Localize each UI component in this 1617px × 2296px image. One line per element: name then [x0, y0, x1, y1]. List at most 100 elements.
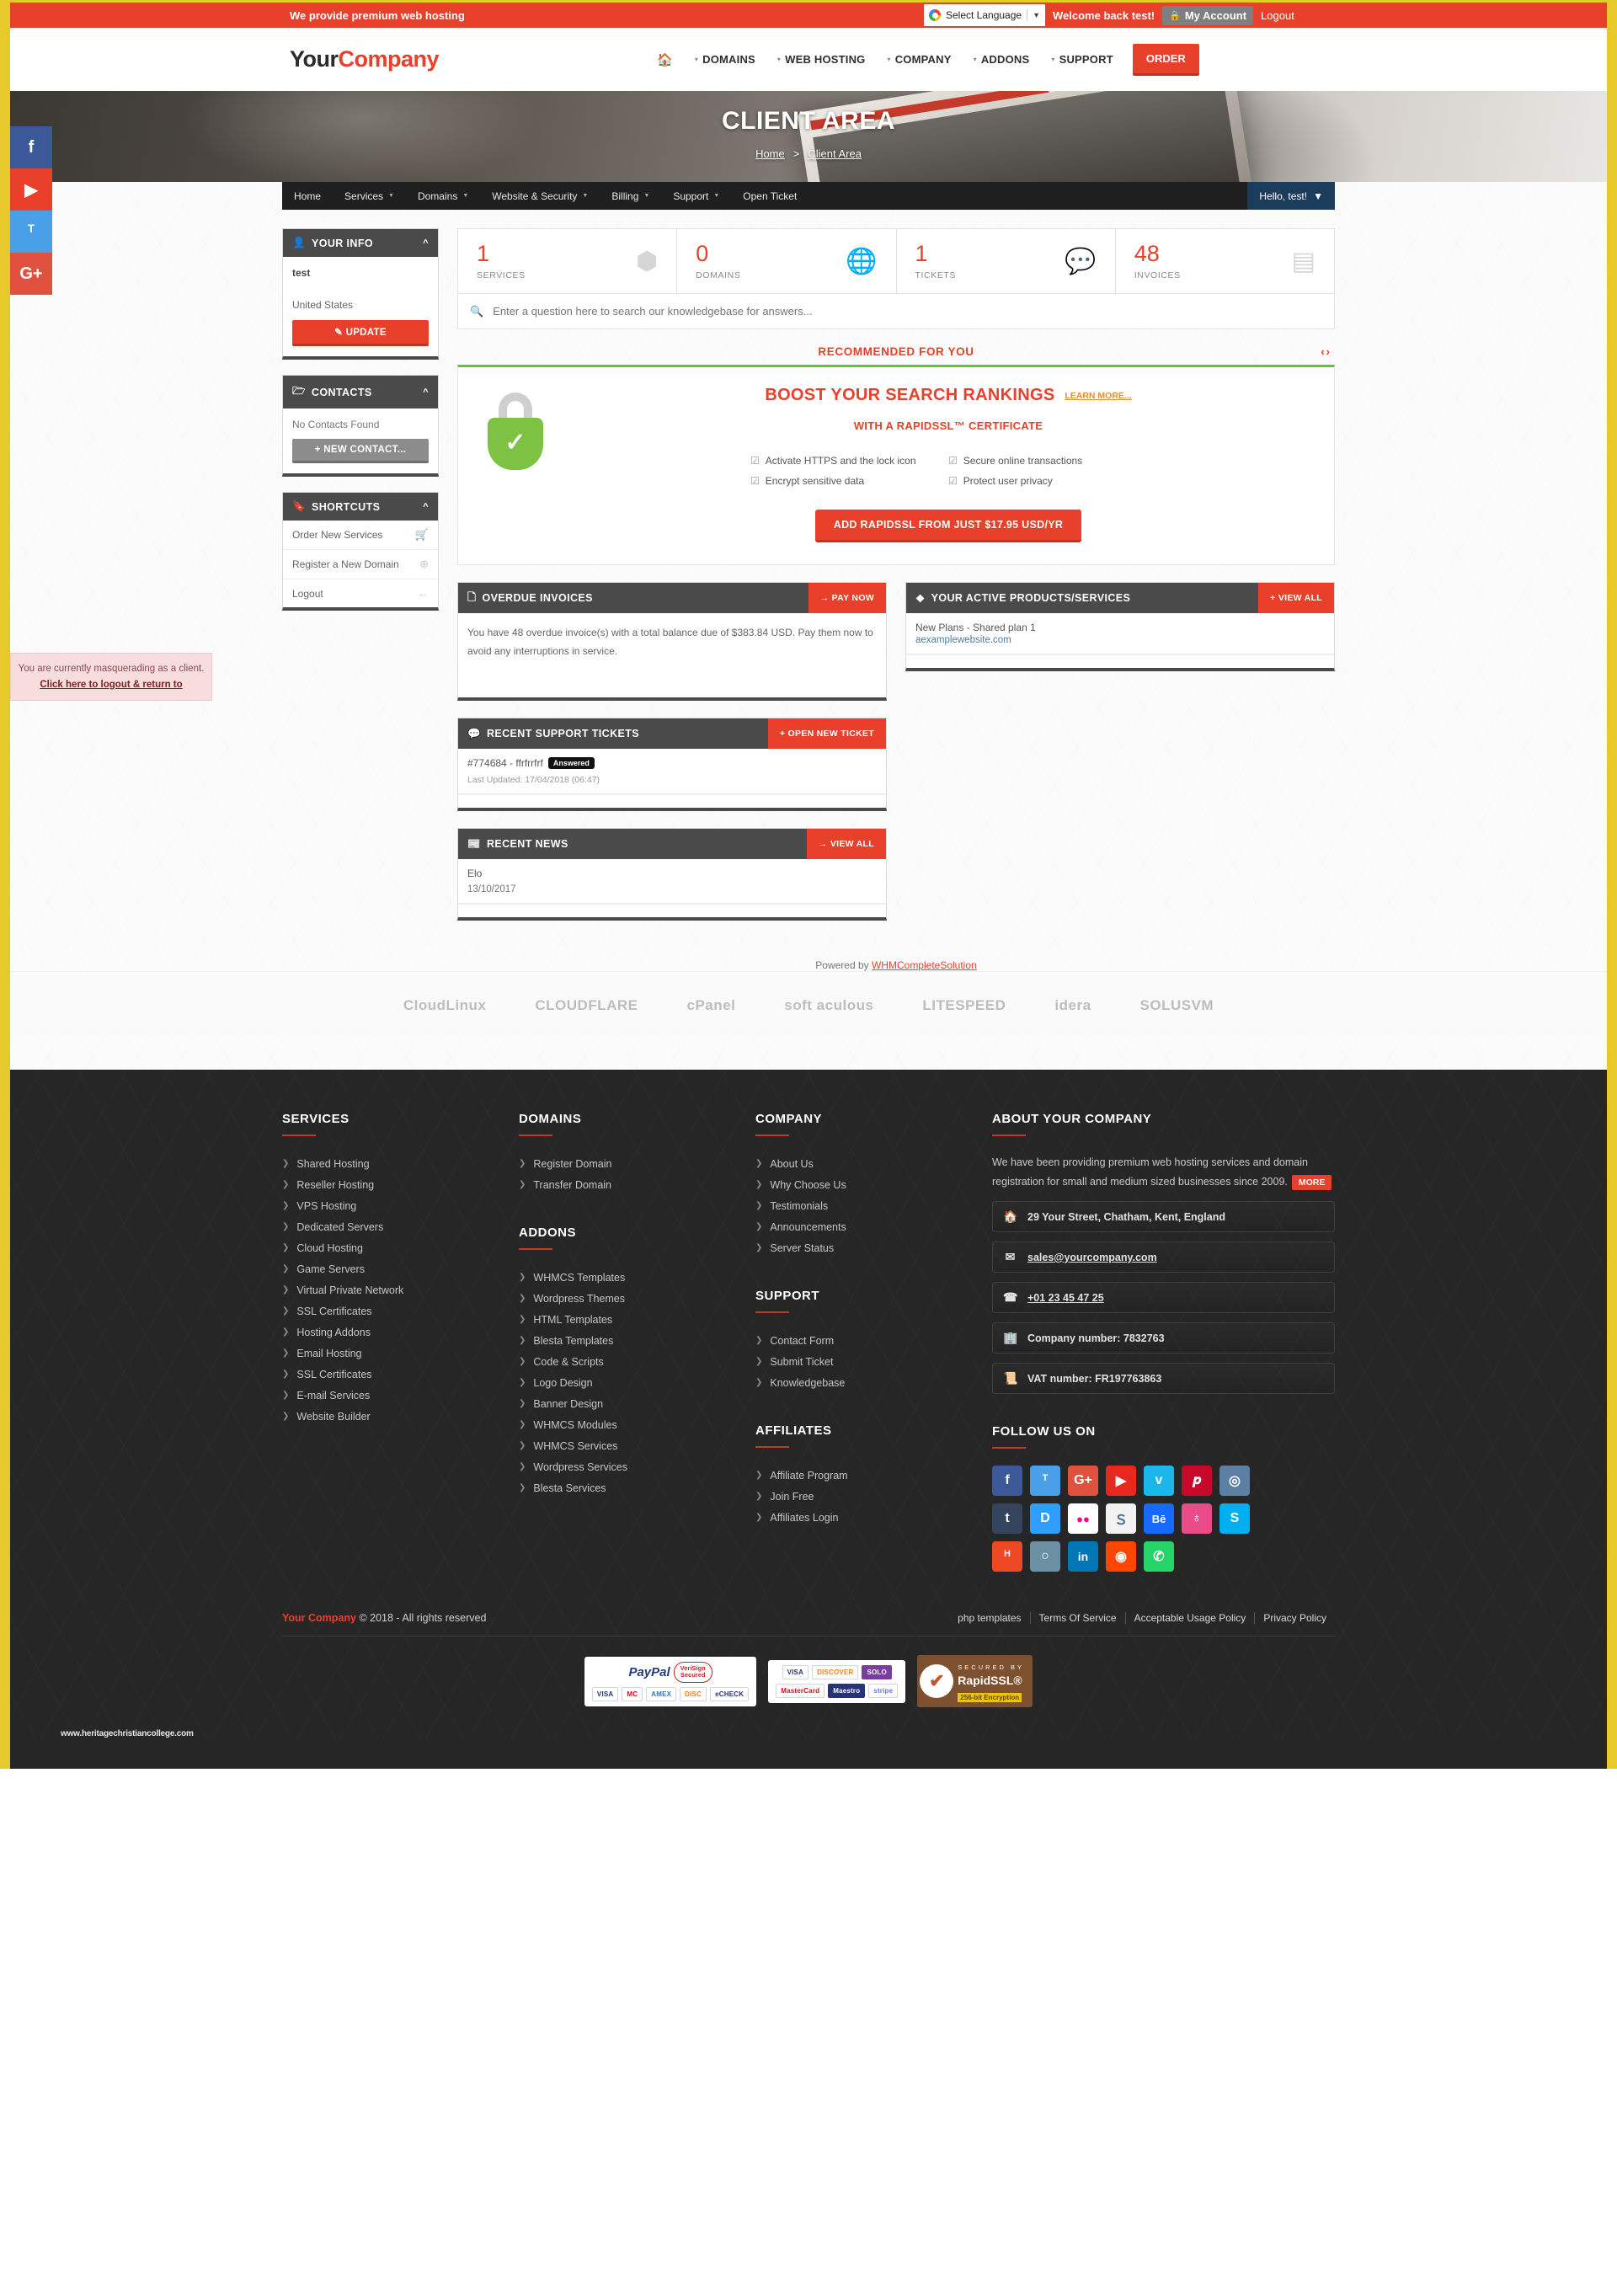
list-item[interactable]: ❯ WHMCS Templates — [519, 1267, 734, 1288]
nav-item-company[interactable]: ▾ COMPANY — [877, 53, 963, 66]
twitter-icon[interactable]: ᵀ — [10, 211, 52, 253]
linkedin-icon[interactable]: in — [1068, 1541, 1098, 1572]
masquerade-logout-link[interactable]: Click here to logout & return to — [18, 678, 205, 692]
list-item[interactable]: ❯ E-mail Services — [282, 1385, 497, 1406]
youtube-icon[interactable]: ▶ — [10, 168, 52, 211]
github-icon[interactable]: ○ — [1030, 1541, 1060, 1572]
tumblr-icon[interactable]: t — [992, 1503, 1022, 1535]
clientnav-support[interactable]: Support ▼ — [661, 182, 731, 210]
more-button[interactable]: MORE — [1291, 1175, 1332, 1191]
googleplus-icon[interactable]: G+ — [1068, 1466, 1098, 1497]
facebook-icon[interactable]: f — [992, 1466, 1022, 1497]
contact-phone[interactable]: ☎ +01 23 45 47 25 — [992, 1282, 1335, 1314]
news-row[interactable]: Elo 13/10/2017 — [458, 859, 886, 904]
steem-icon[interactable]: Ｓ — [1106, 1503, 1136, 1535]
googleplus-icon[interactable]: G+ — [10, 253, 52, 295]
whatsapp-icon[interactable]: ✆ — [1144, 1541, 1174, 1572]
phone-link[interactable]: +01 23 45 47 25 — [1027, 1292, 1104, 1304]
clientnav-domains[interactable]: Domains ▼ — [406, 182, 480, 210]
stat-tickets[interactable]: 1 TICKETS 💬 — [897, 229, 1116, 293]
breadcrumb-current[interactable]: Client Area — [808, 147, 862, 160]
nav-item-web-hosting[interactable]: ▾ WEB HOSTING — [766, 53, 877, 66]
list-item[interactable]: ❯ Blesta Templates — [519, 1330, 734, 1351]
account-menu-button[interactable]: Hello, test! ▼ — [1247, 182, 1335, 210]
list-item[interactable]: ❯ Affiliate Program — [755, 1465, 970, 1486]
language-selector[interactable]: Select Language ▼ — [924, 4, 1045, 26]
list-item[interactable]: ❯ Wordpress Themes — [519, 1288, 734, 1309]
pinterest-icon[interactable]: 𝒑 — [1182, 1466, 1212, 1497]
chevron-up-icon[interactable]: ^ — [423, 238, 429, 248]
list-item[interactable]: ❯ Email Hosting — [282, 1343, 497, 1364]
php-templates-link[interactable]: php templates — [949, 1612, 1029, 1624]
email-link[interactable]: sales@yourcompany.com — [1027, 1252, 1157, 1263]
list-item[interactable]: ❯ Server Status — [755, 1237, 970, 1258]
stat-invoices[interactable]: 48 INVOICES ▤ — [1116, 229, 1334, 293]
list-item[interactable]: ❯ Announcements — [755, 1216, 970, 1237]
list-item[interactable]: ❯ Transfer Domain — [519, 1174, 734, 1195]
list-item[interactable]: ❯ Banner Design — [519, 1393, 734, 1414]
breadcrumb-home[interactable]: Home — [755, 147, 785, 160]
instagram-icon[interactable]: ◎ — [1219, 1466, 1250, 1497]
view-all-news-button[interactable]: → VIEW ALL — [806, 829, 886, 859]
list-item[interactable]: ❯ SSL Certificates — [282, 1300, 497, 1322]
list-item[interactable]: ❯ Cloud Hosting — [282, 1237, 497, 1258]
vimeo-icon[interactable]: v — [1144, 1466, 1174, 1497]
youtube-icon[interactable]: ▶ — [1106, 1466, 1136, 1497]
chevron-up-icon[interactable]: ^ — [423, 502, 429, 512]
privacy-policy-link[interactable]: Privacy Policy — [1254, 1612, 1335, 1625]
site-logo[interactable]: YourCompany — [290, 46, 440, 72]
clientnav-billing[interactable]: Billing ▼ — [600, 182, 661, 210]
nav-item-home[interactable]: 🏠 — [646, 52, 684, 67]
terms-of-service-link[interactable]: Terms Of Service — [1029, 1612, 1125, 1625]
list-item[interactable]: ❯ Logo Design — [519, 1372, 734, 1393]
knowledgebase-search[interactable]: 🔍 — [457, 294, 1335, 329]
logout-link[interactable]: Logout — [1261, 9, 1294, 22]
disqus-icon[interactable]: D — [1030, 1503, 1060, 1535]
open-new-ticket-button[interactable]: + OPEN NEW TICKET — [767, 718, 886, 749]
list-item[interactable]: ❯ Join Free — [755, 1486, 970, 1507]
clientnav-website-security[interactable]: Website & Security ▼ — [480, 182, 600, 210]
list-item[interactable]: ❯ Hosting Addons — [282, 1322, 497, 1343]
my-account-button[interactable]: 🔒 My Account — [1162, 5, 1254, 25]
shortcut-order-new-services[interactable]: Order New Services 🛒 — [283, 521, 438, 550]
list-item[interactable]: ❯ SSL Certificates — [282, 1364, 497, 1385]
list-item[interactable]: ❯ Dedicated Servers — [282, 1216, 497, 1237]
twitter-icon[interactable]: ᵀ — [1030, 1466, 1060, 1497]
list-item[interactable]: ❯ Affiliates Login — [755, 1507, 970, 1528]
stat-domains[interactable]: 0 DOMAINS 🌐 — [677, 229, 897, 293]
list-item[interactable]: ❯ HTML Templates — [519, 1309, 734, 1330]
product-domain-link[interactable]: aexamplewebsite.com — [915, 635, 1011, 645]
list-item[interactable]: ❯ Wordpress Services — [519, 1456, 734, 1477]
carousel-arrows[interactable]: ‹› — [1321, 345, 1331, 358]
list-item[interactable]: ❯ Code & Scripts — [519, 1351, 734, 1372]
update-button[interactable]: ✎ UPDATE — [292, 320, 429, 346]
clientnav-open-ticket[interactable]: Open Ticket — [731, 182, 808, 210]
reddit-icon[interactable]: ◉ — [1106, 1541, 1136, 1572]
list-item[interactable]: ❯ Testimonials — [755, 1195, 970, 1216]
acceptable-usage-policy-link[interactable]: Acceptable Usage Policy — [1124, 1612, 1255, 1625]
search-input[interactable] — [493, 305, 1322, 318]
dribbble-icon[interactable]: ♁ — [1182, 1503, 1212, 1535]
list-item[interactable]: ❯ Shared Hosting — [282, 1153, 497, 1174]
list-item[interactable]: ❯ Blesta Services — [519, 1477, 734, 1498]
clientnav-services[interactable]: Services ▼ — [333, 182, 406, 210]
contact-email[interactable]: ✉ sales@yourcompany.com — [992, 1241, 1335, 1273]
facebook-icon[interactable]: f — [10, 126, 52, 168]
list-item[interactable]: ❯ Contact Form — [755, 1330, 970, 1351]
pay-now-button[interactable]: → PAY NOW — [808, 583, 886, 613]
list-item[interactable]: ❯ Why Choose Us — [755, 1174, 970, 1195]
order-button[interactable]: ORDER — [1132, 43, 1199, 76]
list-item[interactable]: ❯ WHMCS Modules — [519, 1414, 734, 1435]
stumbleupon-icon[interactable]: ᴴ — [992, 1541, 1022, 1572]
shortcut-logout[interactable]: Logout ← — [283, 579, 438, 607]
list-item[interactable]: ❯ Knowledgebase — [755, 1372, 970, 1393]
learn-more-link[interactable]: LEARN MORE... — [1065, 391, 1131, 401]
ticket-row[interactable]: #774684 - ffrfrrfrf Answered Last Updated… — [458, 749, 886, 794]
flickr-icon[interactable]: ●● — [1068, 1503, 1098, 1535]
your-info-header[interactable]: 👤 YOUR INFO ^ — [283, 229, 438, 257]
shortcut-register-new-domain[interactable]: Register a New Domain ⊕ — [283, 550, 438, 579]
behance-icon[interactable]: Bē — [1144, 1503, 1174, 1535]
shortcuts-header[interactable]: 🔖 SHORTCUTS ^ — [283, 493, 438, 521]
contacts-header[interactable]: 🗁 CONTACTS ^ — [283, 376, 438, 408]
list-item[interactable]: ❯ Register Domain — [519, 1153, 734, 1174]
